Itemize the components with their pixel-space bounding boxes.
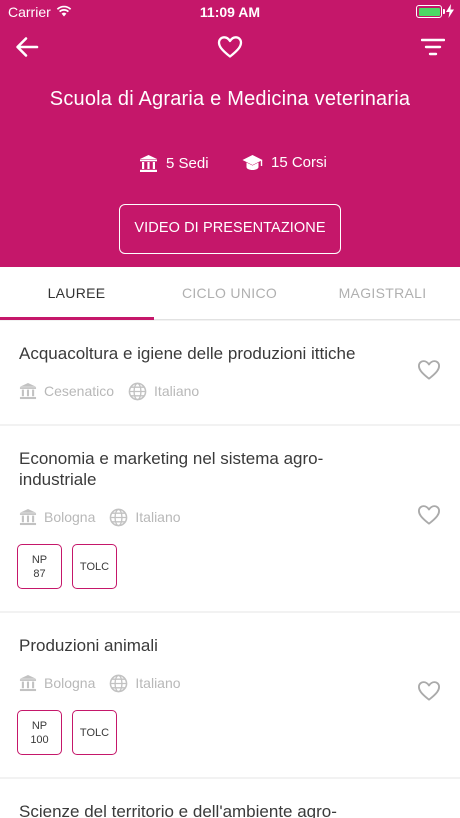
heart-outline-icon[interactable]: [417, 504, 441, 526]
course-city: Bologna: [44, 675, 96, 691]
admission-badges: NP 100 TOLC: [17, 710, 127, 755]
tab-lauree[interactable]: LAUREE: [0, 267, 153, 320]
charging-icon: [446, 4, 454, 18]
graduation-cap-icon: [242, 155, 263, 170]
course-card[interactable]: Acquacoltura e igiene delle produzioni i…: [0, 321, 460, 424]
tolc-badge: TOLC: [72, 710, 117, 755]
filter-icon[interactable]: [421, 37, 445, 57]
institution-icon: [19, 508, 37, 526]
institution-icon: [19, 382, 37, 400]
sedi-stat: 5 Sedi: [139, 154, 209, 173]
np-badge: NP 100: [17, 710, 62, 755]
school-title: Scuola di Agraria e Medicina veterinaria: [49, 88, 411, 110]
course-city: Cesenatico: [44, 383, 115, 399]
course-meta: Bologna Italiano: [19, 673, 195, 693]
globe-icon: [128, 382, 147, 400]
header: Carrier 11:09 AM Scuola di Agraria e Med…: [0, 0, 460, 267]
course-language-label: Italiano: [154, 383, 200, 399]
np-badge: NP 87: [17, 544, 62, 589]
corsi-stat: 15 Corsi: [242, 154, 327, 171]
course-meta: Bologna Italiano: [19, 507, 195, 527]
institution-icon: [140, 155, 157, 172]
heart-outline-icon[interactable]: [417, 359, 441, 381]
tab-magistrali[interactable]: MAGISTRALI: [306, 267, 459, 320]
battery-icon: [416, 5, 445, 18]
course-location: Bologna: [19, 674, 95, 692]
status-time: 11:09 AM: [199, 4, 261, 20]
globe-icon: [110, 508, 128, 526]
course-location: Bologna: [19, 508, 95, 526]
course-tabs: LAUREE CICLO UNICO MAGISTRALI: [0, 267, 460, 320]
course-language: Italiano: [109, 508, 181, 527]
video-presentation-button[interactable]: VIDEO DI PRESENTAZIONE: [119, 204, 341, 254]
corsi-count: 15 Corsi: [271, 154, 327, 171]
course-card[interactable]: Scienze del territorio e dell'ambiente a…: [0, 779, 460, 818]
globe-icon: [110, 674, 128, 692]
course-language: Italiano: [128, 382, 199, 401]
course-title: Produzioni animali: [19, 636, 158, 655]
course-language-label: Italiano: [135, 509, 181, 525]
course-title: Economia e marketing nel sistema agro-in…: [19, 449, 324, 489]
institution-icon: [19, 674, 37, 692]
active-tab-indicator: [0, 317, 154, 320]
course-city: Bologna: [44, 509, 96, 525]
course-location: Cesenatico: [19, 382, 114, 400]
course-language: Italiano: [109, 674, 181, 693]
course-language-label: Italiano: [135, 675, 181, 691]
tab-ciclo-unico[interactable]: CICLO UNICO: [153, 267, 306, 320]
course-card[interactable]: Produzioni animali Bologna Italiano NP 1…: [0, 613, 460, 777]
status-bar: Carrier 11:09 AM: [0, 0, 460, 24]
heart-outline-icon[interactable]: [417, 680, 441, 702]
course-title: Scienze del territorio e dell'ambiente a…: [19, 802, 337, 818]
course-card[interactable]: Economia e marketing nel sistema agro-in…: [0, 426, 460, 611]
school-stats: 5 Sedi 15 Corsi: [0, 154, 460, 176]
tolc-badge: TOLC: [72, 544, 117, 589]
admission-badges: NP 87 TOLC: [17, 544, 127, 589]
course-title: Acquacoltura e igiene delle produzioni i…: [19, 344, 356, 363]
sedi-count: 5 Sedi: [166, 155, 209, 172]
course-meta: Cesenatico Italiano: [19, 381, 213, 401]
favorite-heart-icon[interactable]: [217, 35, 243, 59]
back-arrow-icon[interactable]: [14, 35, 40, 59]
